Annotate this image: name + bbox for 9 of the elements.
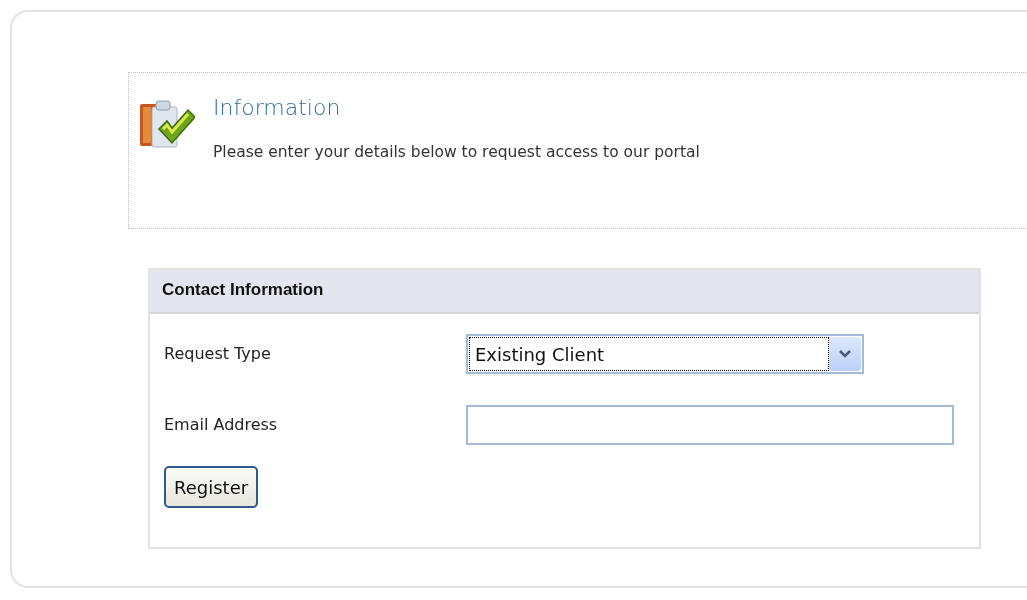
field-label: Email Address — [164, 413, 279, 436]
request-type-dropdown[interactable]: Existing Client — [466, 333, 864, 374]
caret-icon — [839, 349, 851, 358]
info-title: Information — [213, 95, 342, 122]
field-label: Request Type — [164, 342, 272, 365]
form-header: Contact Information — [150, 270, 979, 314]
email-input-field[interactable] — [466, 404, 954, 445]
info-message: Please enter your details below to request access to our portal — [213, 142, 700, 164]
register-button[interactable]: Register — [164, 466, 259, 508]
